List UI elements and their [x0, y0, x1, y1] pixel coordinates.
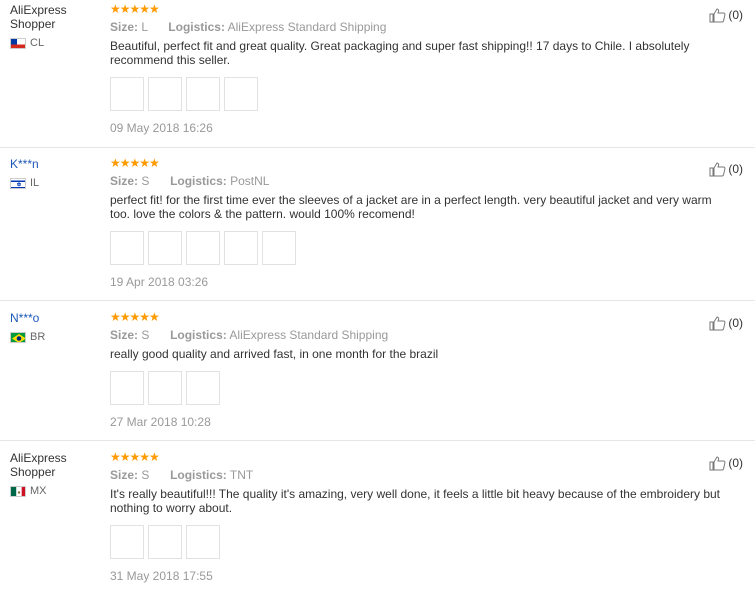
review-image-thumbnail[interactable]: [110, 525, 144, 559]
review-image-thumbnail[interactable]: [148, 525, 182, 559]
logistics-value: TNT: [229, 468, 254, 482]
star-rating: ★★★★★: [110, 2, 160, 16]
review-image-thumbnail[interactable]: [186, 77, 220, 111]
star-rating: ★★★★★: [110, 450, 160, 464]
star-rating: ★★★★★: [110, 310, 160, 324]
helpful-button[interactable]: (0): [709, 161, 743, 177]
size-value: L: [141, 20, 148, 34]
review-image-thumbnail[interactable]: [224, 77, 258, 111]
review-images: [110, 231, 710, 265]
country-code: MX: [30, 485, 47, 497]
review-content: ★★★★★ Size: L Logistics: AliExpress Stan…: [110, 3, 710, 135]
review-image-thumbnail[interactable]: [186, 371, 220, 405]
reviewer-name[interactable]: K***n: [10, 157, 105, 171]
thumbs-up-icon: [709, 162, 726, 177]
star-rating: ★★★★★: [110, 156, 160, 170]
order-info: Size: S Logistics: TNT: [110, 468, 710, 482]
size-value: S: [141, 174, 150, 188]
reviewer-info: K***n IL: [10, 157, 105, 189]
reviewer-name: AliExpress Shopper: [10, 451, 67, 479]
logistics-label: Logistics:: [170, 174, 227, 188]
review-image-thumbnail[interactable]: [186, 525, 220, 559]
review-text: It's really beautiful!!! The quality it'…: [110, 487, 721, 515]
country-code: CL: [30, 37, 45, 49]
size-label: Size:: [110, 20, 139, 34]
reviewer-info: AliExpress Shopper CL: [10, 3, 105, 49]
logistics-value: PostNL: [230, 174, 270, 188]
review-image-thumbnail[interactable]: [186, 231, 220, 265]
reviewer-country: IL: [10, 177, 105, 189]
chile-flag-icon: [10, 37, 26, 49]
reviewer-country: MX: [10, 485, 105, 497]
review-date: 31 May 2018 17:55: [110, 569, 213, 583]
review-images: [110, 77, 710, 111]
logistics-label: Logistics:: [170, 328, 227, 342]
review-content: ★★★★★ Size: S Logistics: PostNL perfect …: [110, 156, 712, 289]
review-images: [110, 525, 710, 559]
size-label: Size:: [110, 328, 139, 342]
reviewer-country: CL: [10, 37, 105, 49]
order-info: Size: S Logistics: AliExpress Standard S…: [110, 328, 710, 342]
logistics-value: AliExpress Standard Shipping: [227, 20, 387, 34]
review-image-thumbnail[interactable]: [262, 231, 296, 265]
review-images: [110, 371, 710, 405]
review-image-thumbnail[interactable]: [148, 77, 182, 111]
country-code: IL: [30, 177, 40, 189]
thumbs-up-icon: [709, 456, 726, 471]
reviewer-info: AliExpress Shopper MX: [10, 451, 105, 497]
mexico-flag-icon: [10, 485, 26, 497]
logistics-label: Logistics:: [168, 20, 225, 34]
review-text: Beautiful, perfect fit and great quality…: [110, 39, 690, 67]
review-text: perfect fit! for the first time ever the…: [110, 193, 712, 221]
logistics-label: Logistics:: [170, 468, 227, 482]
brazil-flag-icon: [10, 331, 26, 343]
review-divider: [0, 440, 755, 441]
review-divider: [0, 300, 755, 301]
reviewer-country: BR: [10, 331, 105, 343]
helpful-count: (0): [728, 456, 743, 470]
review-image-thumbnail[interactable]: [224, 231, 258, 265]
review-image-thumbnail[interactable]: [148, 371, 182, 405]
review-date: 19 Apr 2018 03:26: [110, 275, 209, 289]
country-code: BR: [30, 331, 46, 343]
size-label: Size:: [110, 468, 139, 482]
review-image-thumbnail[interactable]: [110, 231, 144, 265]
helpful-count: (0): [728, 8, 743, 22]
size-value: S: [141, 468, 150, 482]
logistics-value: AliExpress Standard Shipping: [229, 328, 389, 342]
order-info: Size: S Logistics: PostNL: [110, 174, 710, 188]
reviewer-name: AliExpress Shopper: [10, 3, 67, 31]
helpful-count: (0): [728, 316, 743, 330]
thumbs-up-icon: [709, 316, 726, 331]
size-label: Size:: [110, 174, 139, 188]
helpful-button[interactable]: (0): [709, 455, 743, 471]
review-content: ★★★★★ Size: S Logistics: TNT It's really…: [110, 450, 720, 583]
helpful-button[interactable]: (0): [709, 7, 743, 23]
helpful-count: (0): [728, 162, 743, 176]
thumbs-up-icon: [709, 8, 726, 23]
israel-flag-icon: [10, 177, 26, 189]
review-image-thumbnail[interactable]: [148, 231, 182, 265]
order-info: Size: L Logistics: AliExpress Standard S…: [110, 20, 710, 34]
review-image-thumbnail[interactable]: [110, 371, 144, 405]
review-text: really good quality and arrived fast, in…: [110, 347, 439, 361]
review-date: 27 Mar 2018 10:28: [110, 415, 211, 429]
review-divider: [0, 147, 755, 148]
review-content: ★★★★★ Size: S Logistics: AliExpress Stan…: [110, 311, 710, 429]
reviewer-name[interactable]: N***o: [10, 311, 105, 325]
review-date: 09 May 2018 16:26: [110, 121, 213, 135]
reviewer-info: N***o BR: [10, 311, 105, 343]
helpful-button[interactable]: (0): [709, 315, 743, 331]
review-image-thumbnail[interactable]: [110, 77, 144, 111]
size-value: S: [141, 328, 150, 342]
